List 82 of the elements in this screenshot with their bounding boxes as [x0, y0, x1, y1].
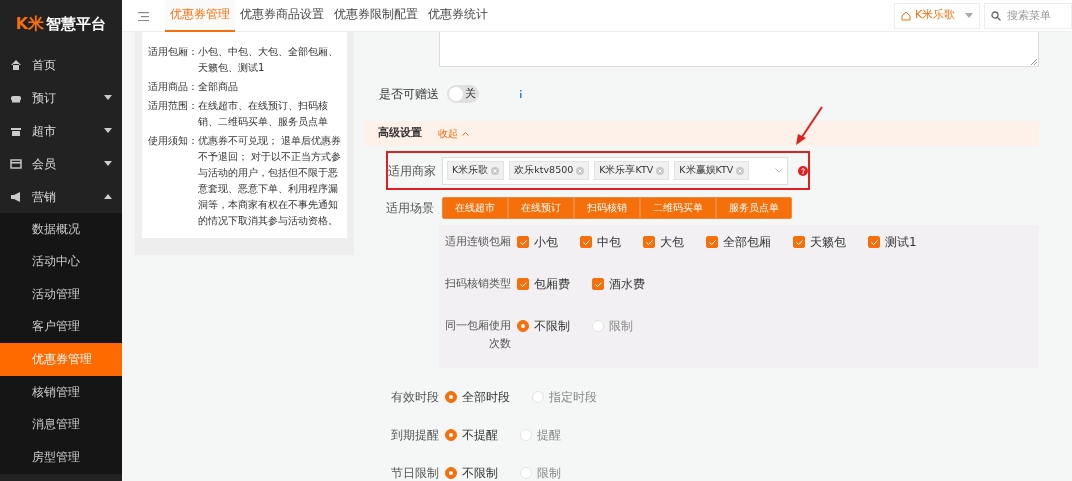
caret-down-icon — [965, 13, 973, 18]
chevron-down-icon — [775, 168, 783, 173]
summary-value: 优惠券不可兑现； 退单后优惠券不予退回； 对于以不正当方式参与活动的用户，包括但不限于恶意套现、恶意下单、利用程序漏洞等，本商家有权在不事先通知的情况下取消其参与活动资格。 — [198, 134, 343, 228]
menu-item[interactable]: 会员 — [0, 147, 122, 180]
chevron-up-icon — [462, 131, 469, 136]
checkbox-option[interactable]: 中包 — [580, 233, 621, 251]
field-label: 适用连锁包厢 — [444, 234, 511, 250]
field-label: 扫码核销类型 — [444, 276, 511, 292]
check-icon — [795, 239, 803, 245]
summary-value: 在线超市、在线预订、扫码核销、二维码买单、服务员点单 — [198, 99, 329, 129]
check-icon — [594, 281, 602, 287]
checkbox-option[interactable]: 测试1 — [868, 233, 917, 251]
summary-value: 小包、中包、大包、全部包厢、天籁包、测试1 — [198, 45, 339, 75]
field-label: 适用商家 — [388, 162, 436, 180]
megaphone-icon — [10, 190, 22, 203]
menu-item[interactable]: 首页 — [0, 48, 122, 81]
radio-option[interactable]: 不限制 — [517, 317, 570, 335]
home-icon — [901, 10, 911, 21]
radio-option[interactable]: 提醒 — [520, 426, 561, 444]
toggle-switch[interactable]: 关 — [447, 85, 479, 103]
check-icon — [582, 239, 590, 245]
summary-label: 适用范围： — [148, 99, 198, 113]
radio-option[interactable]: 限制 — [520, 464, 561, 481]
checkbox-option[interactable]: 全部包厢 — [706, 233, 771, 251]
remove-icon[interactable] — [491, 166, 500, 175]
field-label: 同一包厢使用次数 — [444, 318, 511, 352]
radio-option[interactable]: 不限制 — [445, 464, 498, 481]
field-label: 有效时段 — [391, 389, 439, 406]
summary-label: 适用包厢： — [148, 45, 198, 59]
field-label: 是否可赠送 — [379, 86, 439, 103]
check-icon — [519, 239, 527, 245]
menu-item[interactable]: 超市 — [0, 114, 122, 147]
menu-item[interactable]: 营销 — [0, 180, 122, 213]
checkbox-option[interactable]: 小包 — [517, 233, 558, 251]
search-icon — [991, 10, 1001, 21]
info-icon — [519, 90, 522, 98]
section-title: 高级设置 — [378, 125, 422, 142]
checkbox-option[interactable]: 包厢费 — [517, 275, 570, 293]
summary-label: 适用商品： — [148, 80, 198, 94]
logo-mark: K米 — [15, 13, 45, 35]
home-icon — [10, 58, 22, 71]
submenu-item[interactable]: 客户管理 — [0, 310, 122, 344]
multi-select[interactable]: K米乐歌 欢乐ktv8500 K米乐享KTV K米赢娱KTV — [442, 156, 788, 185]
tag: K米赢娱KTV — [674, 161, 750, 180]
card-icon — [10, 157, 22, 170]
submenu-item[interactable]: 活动中心 — [0, 245, 122, 279]
tag: K米乐享KTV — [594, 161, 670, 180]
remove-icon[interactable] — [576, 166, 585, 175]
text-area[interactable] — [439, 32, 1039, 67]
field-label: 节日限制 — [391, 465, 439, 481]
field-label: 适用场景 — [386, 200, 434, 217]
remove-icon[interactable] — [656, 166, 665, 175]
menu-icon[interactable] — [138, 11, 149, 21]
summary-value: 全部商品 — [198, 80, 238, 94]
submenu-item[interactable]: 消息管理 — [0, 408, 122, 442]
menu-item[interactable]: 预订 — [0, 81, 122, 114]
tab[interactable]: 优惠券限制配置 — [329, 0, 423, 32]
tag: K米乐歌 — [447, 161, 505, 180]
check-icon — [870, 239, 878, 245]
search-field[interactable]: 搜索菜单 — [984, 2, 1072, 29]
checkbox-option[interactable]: 天籁包 — [793, 233, 846, 251]
submenu-item[interactable]: 活动管理 — [0, 278, 122, 311]
submenu-item[interactable]: 数据概况 — [0, 213, 122, 246]
annotation-arrow — [794, 106, 824, 146]
submenu-item[interactable]: 核销管理 — [0, 375, 122, 409]
radio-option[interactable]: 指定时段 — [532, 388, 597, 406]
summary-label: 使用须知： — [148, 134, 198, 148]
remove-icon[interactable] — [736, 166, 745, 175]
resize-handle-icon — [1031, 59, 1037, 65]
check-icon — [519, 281, 527, 287]
logo-text: 智慧平台 — [46, 13, 107, 35]
radio-option[interactable]: 全部时段 — [445, 388, 510, 406]
radio-option[interactable]: 不提醒 — [445, 426, 498, 444]
check-icon — [708, 239, 716, 245]
tag: 欢乐ktv8500 — [509, 161, 590, 180]
field-label: 到期提醒 — [391, 427, 439, 444]
checkbox-option[interactable]: 酒水费 — [592, 275, 645, 293]
tab[interactable]: 优惠券商品设置 — [235, 0, 329, 32]
submenu-item[interactable]: 房型管理 — [0, 441, 122, 474]
tab[interactable]: 优惠券统计 — [423, 0, 493, 32]
checkbox-option[interactable]: 大包 — [643, 233, 684, 251]
check-icon — [645, 239, 653, 245]
